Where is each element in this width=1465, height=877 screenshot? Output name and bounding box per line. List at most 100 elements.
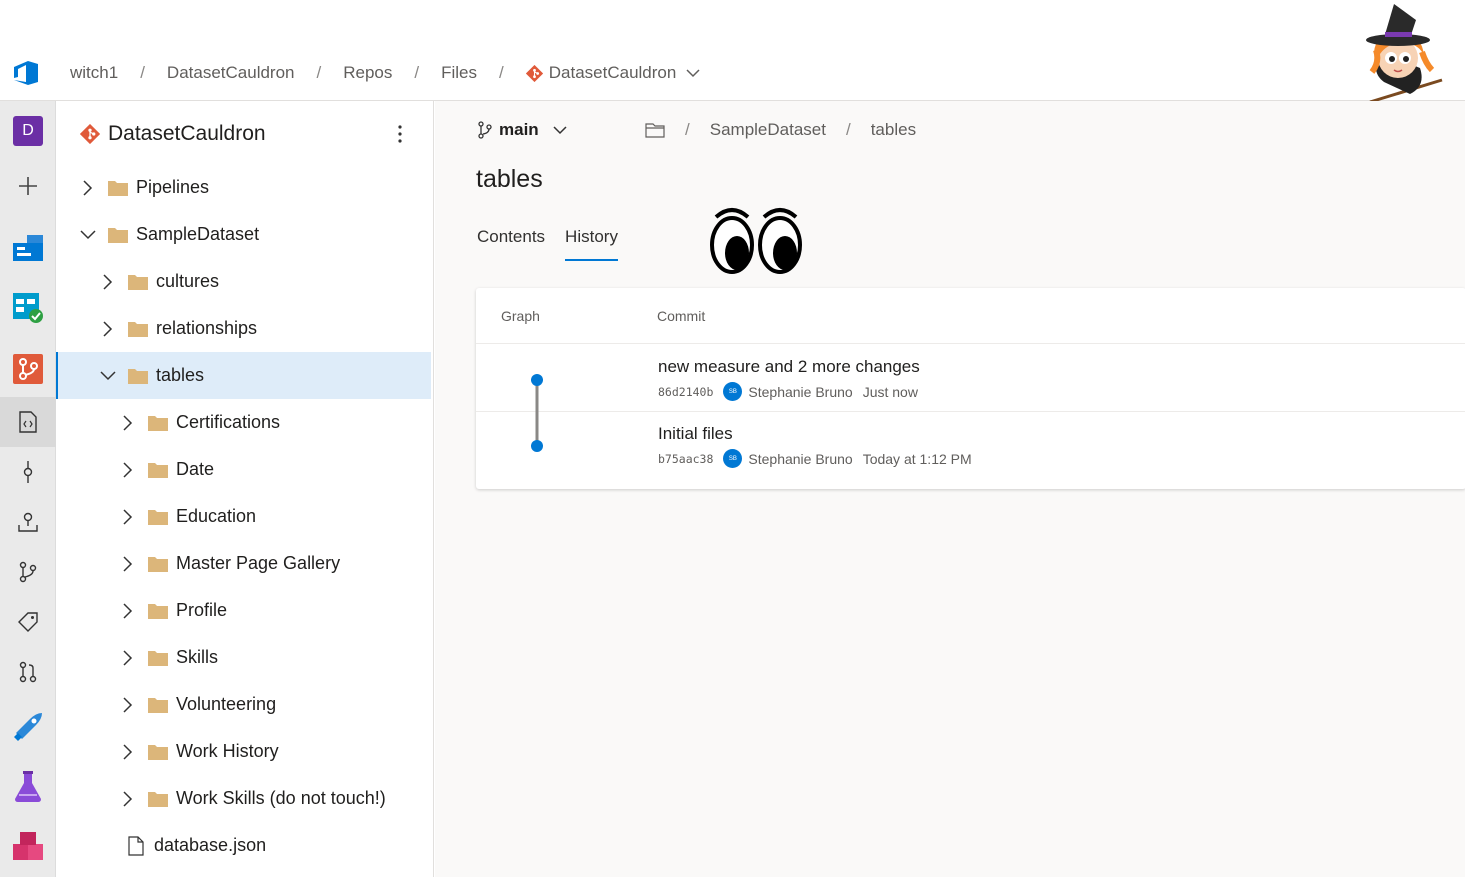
commit-meta: b75aac38 SB Stephanie Bruno Today at 1:1… (658, 449, 972, 468)
rail-item-pull-requests[interactable] (0, 647, 56, 697)
page-title: tables (476, 165, 543, 193)
breadcrumb-project[interactable]: DatasetCauldron (167, 63, 295, 83)
chevron-right-icon[interactable] (100, 320, 116, 337)
tree-folder-item[interactable]: tables (56, 352, 431, 399)
tree-folder-item[interactable]: relationships (56, 305, 431, 352)
folder-icon (128, 274, 148, 290)
rail-item-pushes[interactable] (0, 497, 56, 547)
path-segment-tables[interactable]: tables (871, 120, 916, 140)
divider (476, 343, 1465, 344)
breadcrumb-org[interactable]: witch1 (70, 63, 118, 83)
commit-graph (531, 374, 543, 452)
folder-icon (148, 415, 168, 431)
rail-item-test-plans[interactable] (0, 762, 56, 812)
tree-file-item[interactable]: database.json (56, 822, 431, 869)
branch-selector[interactable]: main (477, 117, 573, 143)
chevron-right-icon[interactable] (120, 414, 136, 431)
tree-folder-item[interactable]: Certifications (56, 399, 431, 446)
git-repo-icon (525, 64, 543, 82)
chevron-down-icon[interactable] (100, 368, 116, 384)
folder-outline-icon[interactable] (645, 122, 665, 138)
googly-eyes-icon (710, 208, 802, 274)
rail-item-new[interactable] (0, 161, 56, 211)
tree-folder-item[interactable]: Master Page Gallery (56, 540, 431, 587)
commit-row[interactable]: new measure and 2 more changes 86d2140b … (658, 357, 920, 401)
pipelines-icon (14, 713, 42, 741)
tree-folder-item[interactable]: Pipelines (56, 164, 431, 211)
breadcrumb-repos[interactable]: Repos (343, 63, 392, 83)
folder-icon (108, 180, 128, 196)
folder-icon (148, 509, 168, 525)
chevron-right-icon[interactable] (120, 508, 136, 525)
tree-folder-item[interactable]: Work Skills (do not touch!) (56, 775, 431, 822)
repo-selector-label: DatasetCauldron (548, 63, 677, 82)
commit-node (531, 374, 543, 386)
breadcrumb-files[interactable]: Files (441, 63, 477, 83)
rail-item-branches[interactable] (0, 547, 56, 597)
chevron-right-icon[interactable] (120, 602, 136, 619)
more-options-button[interactable] (390, 119, 410, 149)
tree-folder-item[interactable]: Profile (56, 587, 431, 634)
more-vertical-icon (398, 125, 402, 143)
chevron-down-icon (553, 126, 567, 135)
tab-contents[interactable]: Contents (477, 227, 545, 261)
chevron-down-icon[interactable] (80, 227, 96, 243)
tree-folder-item[interactable]: Education (56, 493, 431, 540)
tags-icon (18, 612, 38, 632)
rail-item-files[interactable] (0, 397, 56, 447)
rail-item-repos[interactable] (0, 344, 56, 394)
azure-devops-logo-icon[interactable] (12, 60, 40, 86)
tree-folder-item[interactable]: Date (56, 446, 431, 493)
breadcrumb-separator: / (140, 63, 145, 82)
repo-selector[interactable]: DatasetCauldron (525, 63, 701, 83)
folder-icon (128, 368, 148, 384)
avatar: SB (723, 382, 743, 401)
tree-folder-item[interactable]: Volunteering (56, 681, 431, 728)
column-header-commit: Commit (657, 308, 706, 324)
chevron-right-icon[interactable] (120, 790, 136, 807)
rail-item-overview[interactable] (0, 223, 56, 273)
commit-message[interactable]: Initial files (658, 424, 972, 444)
commit-hash[interactable]: 86d2140b (658, 385, 713, 399)
chevron-right-icon[interactable] (120, 461, 136, 478)
tree-item-label: Date (176, 459, 215, 479)
path-separator: / (685, 120, 690, 139)
folder-icon (148, 462, 168, 478)
files-icon (19, 411, 37, 433)
chevron-right-icon[interactable] (120, 743, 136, 760)
tab-history[interactable]: History (565, 227, 618, 261)
commit-hash[interactable]: b75aac38 (658, 452, 713, 466)
commit-row[interactable]: Initial files b75aac38 SB Stephanie Brun… (658, 424, 972, 468)
test-plans-icon (15, 771, 41, 802)
boards-icon (13, 293, 43, 323)
rail-item-tags[interactable] (0, 597, 56, 647)
avatar: SB (723, 449, 743, 468)
pull-requests-icon (19, 661, 37, 683)
tree-item-label: Certifications (176, 412, 281, 432)
path-segment-sampledataset[interactable]: SampleDataset (710, 120, 826, 140)
tree-folder-item[interactable]: SampleDataset (56, 211, 431, 258)
tree-folder-item[interactable]: Work History (56, 728, 431, 775)
commit-time: Just now (862, 383, 918, 400)
tree-item-label: Skills (176, 647, 219, 667)
tree-folder-item[interactable]: cultures (56, 258, 431, 305)
folder-icon (128, 321, 148, 337)
rail-item-boards[interactable] (0, 283, 56, 333)
rail-item-commits[interactable] (0, 447, 56, 497)
chevron-right-icon[interactable] (120, 696, 136, 713)
commit-node (531, 440, 543, 452)
tree-item-label: Work History (176, 741, 279, 761)
tree-item-label: Profile (176, 600, 228, 620)
file-tree-panel: DatasetCauldron Pipelines SampleDataset cu… (56, 101, 434, 877)
rail-item-pipelines[interactable] (0, 702, 56, 752)
chevron-right-icon[interactable] (100, 273, 116, 290)
org-selector[interactable]: D (0, 106, 56, 156)
tree-item-label: Work Skills (do not touch!) (176, 788, 386, 808)
rail-item-artifacts[interactable] (0, 822, 56, 872)
tree-folder-item[interactable]: Skills (56, 634, 431, 681)
commit-message[interactable]: new measure and 2 more changes (658, 357, 920, 377)
folder-icon (148, 791, 168, 807)
chevron-right-icon[interactable] (120, 555, 136, 572)
chevron-right-icon[interactable] (80, 179, 96, 196)
chevron-right-icon[interactable] (120, 649, 136, 666)
